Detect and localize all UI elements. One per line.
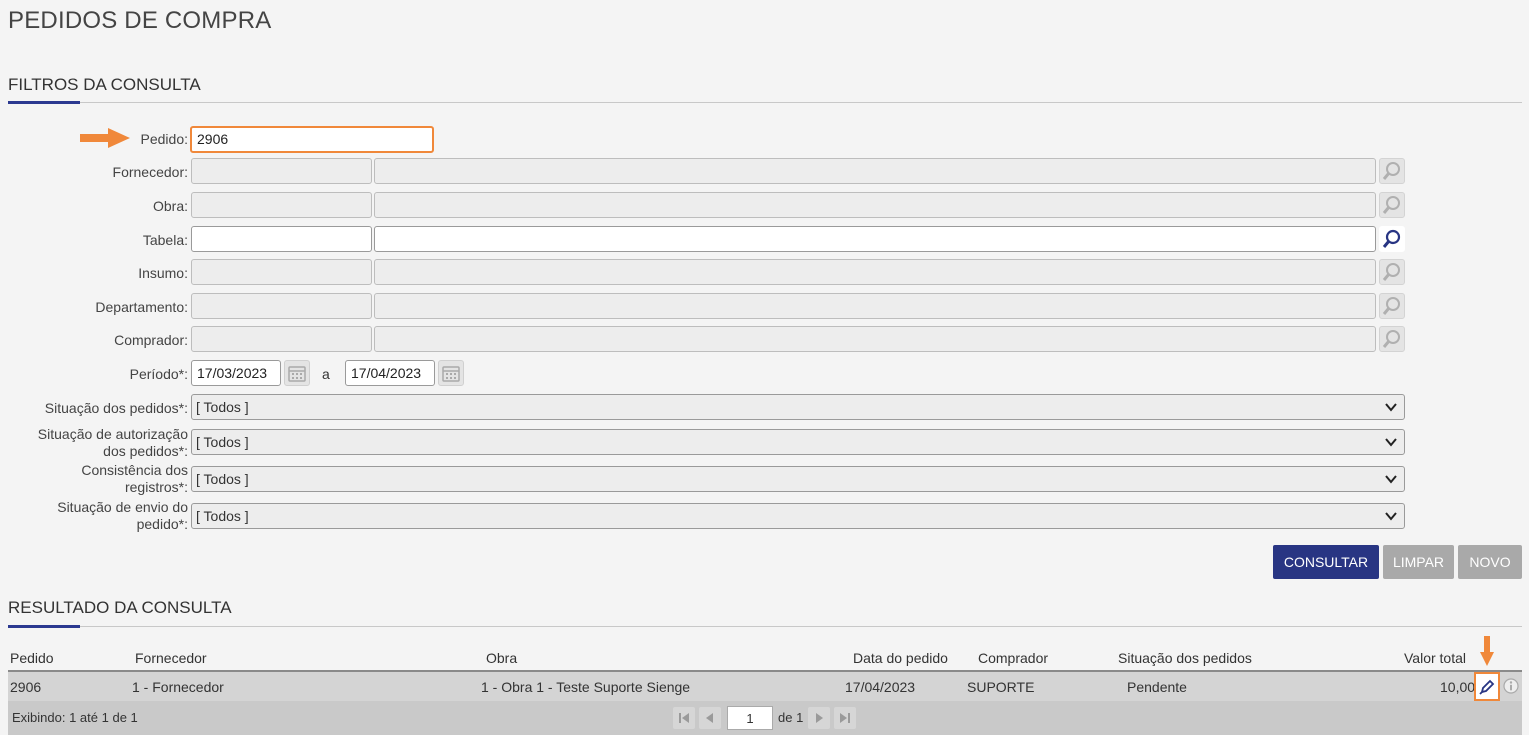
last-page-icon (840, 713, 850, 723)
next-page-button[interactable] (807, 706, 831, 730)
departamento-search-button (1379, 293, 1405, 319)
chevron-down-icon (1385, 512, 1397, 521)
comprador-code-input (191, 326, 372, 352)
info-icon (1503, 678, 1519, 694)
situacao-autorizacao-select[interactable]: [ Todos ] (191, 429, 1405, 455)
periodo-label: Período*: (129, 366, 188, 382)
results-section-title: RESULTADO DA CONSULTA (8, 598, 232, 617)
filters-divider (8, 102, 1522, 103)
prev-page-button[interactable] (698, 706, 722, 730)
column-header-pedido[interactable]: Pedido (10, 650, 54, 666)
filters-accent-bar (8, 101, 80, 104)
insumo-search-button (1379, 259, 1405, 285)
filters-section-title: FILTROS DA CONSULTA (8, 75, 201, 94)
column-header-situacao[interactable]: Situação dos pedidos (1118, 650, 1252, 666)
column-header-obra[interactable]: Obra (486, 650, 517, 666)
situacao-pedidos-value: [ Todos ] (196, 399, 249, 415)
edit-button[interactable] (1474, 672, 1500, 701)
fornecedor-code-input (191, 158, 372, 184)
search-icon (1382, 229, 1401, 248)
situacao-pedidos-label: Situação dos pedidos*: (44, 400, 188, 416)
pagination-info: Exibindo: 1 até 1 de 1 (12, 710, 138, 725)
search-icon (1382, 297, 1400, 315)
insumo-label: Insumo: (138, 265, 188, 281)
results-divider (8, 626, 1522, 627)
cell-comprador: SUPORTE (967, 679, 1035, 695)
column-header-fornecedor[interactable]: Fornecedor (135, 650, 207, 666)
page-number-input[interactable]: 1 (727, 706, 773, 730)
limpar-button[interactable]: LIMPAR (1383, 545, 1454, 579)
tabela-code-input[interactable] (191, 226, 372, 252)
departamento-label: Departamento: (95, 299, 188, 315)
insumo-code-input (191, 259, 372, 285)
results-accent-bar (8, 625, 80, 628)
periodo-end-input[interactable]: 17/04/2023 (345, 360, 435, 386)
chevron-down-icon (1385, 403, 1397, 412)
obra-search-button (1379, 192, 1405, 218)
fornecedor-search-button (1379, 158, 1405, 184)
periodo-end-calendar-button[interactable] (438, 360, 464, 386)
search-icon (1382, 263, 1400, 281)
chevron-down-icon (1385, 475, 1397, 484)
insumo-name-input (374, 259, 1376, 285)
periodo-separator: a (322, 366, 330, 382)
pencil-icon (1479, 679, 1495, 695)
comprador-name-input (374, 326, 1376, 352)
calendar-icon (442, 366, 460, 382)
comprador-search-button (1379, 326, 1405, 352)
situacao-pedidos-select[interactable]: [ Todos ] (191, 394, 1405, 420)
cell-obra: 1 - Obra 1 - Teste Suporte Sienge (481, 679, 691, 695)
comprador-label: Comprador: (114, 332, 188, 348)
arrow-down-icon (1480, 636, 1494, 666)
consistencia-label: Consistência dos registros*: (81, 462, 188, 495)
periodo-start-calendar-button[interactable] (284, 360, 310, 386)
tabela-search-button[interactable] (1379, 226, 1405, 252)
cell-situacao: Pendente (1127, 679, 1187, 695)
last-page-button[interactable] (833, 706, 857, 730)
next-page-icon (816, 713, 823, 723)
arrow-right-icon (80, 128, 130, 148)
first-page-icon (679, 713, 689, 723)
tabela-label: Tabela: (142, 232, 188, 248)
novo-button[interactable]: NOVO (1458, 545, 1522, 579)
cell-valor: 10,00 (1440, 679, 1476, 695)
info-button[interactable] (1502, 677, 1520, 695)
situacao-envio-value: [ Todos ] (196, 508, 249, 524)
search-icon (1382, 162, 1400, 180)
column-header-valor[interactable]: Valor total (1404, 650, 1466, 666)
pedido-input[interactable]: 2906 (190, 126, 434, 153)
calendar-icon (288, 366, 306, 382)
search-icon (1382, 330, 1400, 348)
situacao-autorizacao-label: Situação de autorização dos pedidos*: (37, 426, 188, 459)
fornecedor-label: Fornecedor: (112, 164, 188, 180)
table-row[interactable] (8, 672, 1522, 701)
consultar-button[interactable]: CONSULTAR (1273, 545, 1379, 579)
page-title: PEDIDOS DE COMPRA (8, 7, 272, 34)
chevron-down-icon (1385, 438, 1397, 447)
obra-code-input (191, 192, 372, 218)
cell-pedido: 2906 (10, 679, 42, 695)
obra-name-input (374, 192, 1376, 218)
cell-fornecedor: 1 - Fornecedor (132, 679, 224, 695)
departamento-code-input (191, 293, 372, 319)
departamento-name-input (374, 293, 1376, 319)
cell-data: 17/04/2023 (845, 679, 916, 695)
first-page-button[interactable] (672, 706, 696, 730)
periodo-start-input[interactable]: 17/03/2023 (191, 360, 281, 386)
tabela-name-input[interactable] (374, 226, 1376, 252)
column-header-comprador[interactable]: Comprador (978, 650, 1048, 666)
obra-label: Obra: (152, 198, 188, 214)
consistencia-select[interactable]: [ Todos ] (191, 466, 1405, 492)
prev-page-icon (706, 713, 713, 723)
column-header-data[interactable]: Data do pedido (853, 650, 948, 666)
situacao-envio-select[interactable]: [ Todos ] (191, 503, 1405, 529)
consistencia-value: [ Todos ] (196, 471, 249, 487)
page-total-label: de 1 (778, 710, 804, 725)
search-icon (1382, 196, 1400, 214)
situacao-envio-label: Situação de envio do pedido*: (57, 499, 188, 532)
situacao-autorizacao-value: [ Todos ] (196, 434, 249, 450)
fornecedor-name-input (374, 158, 1376, 184)
pedido-label: Pedido: (140, 131, 188, 147)
